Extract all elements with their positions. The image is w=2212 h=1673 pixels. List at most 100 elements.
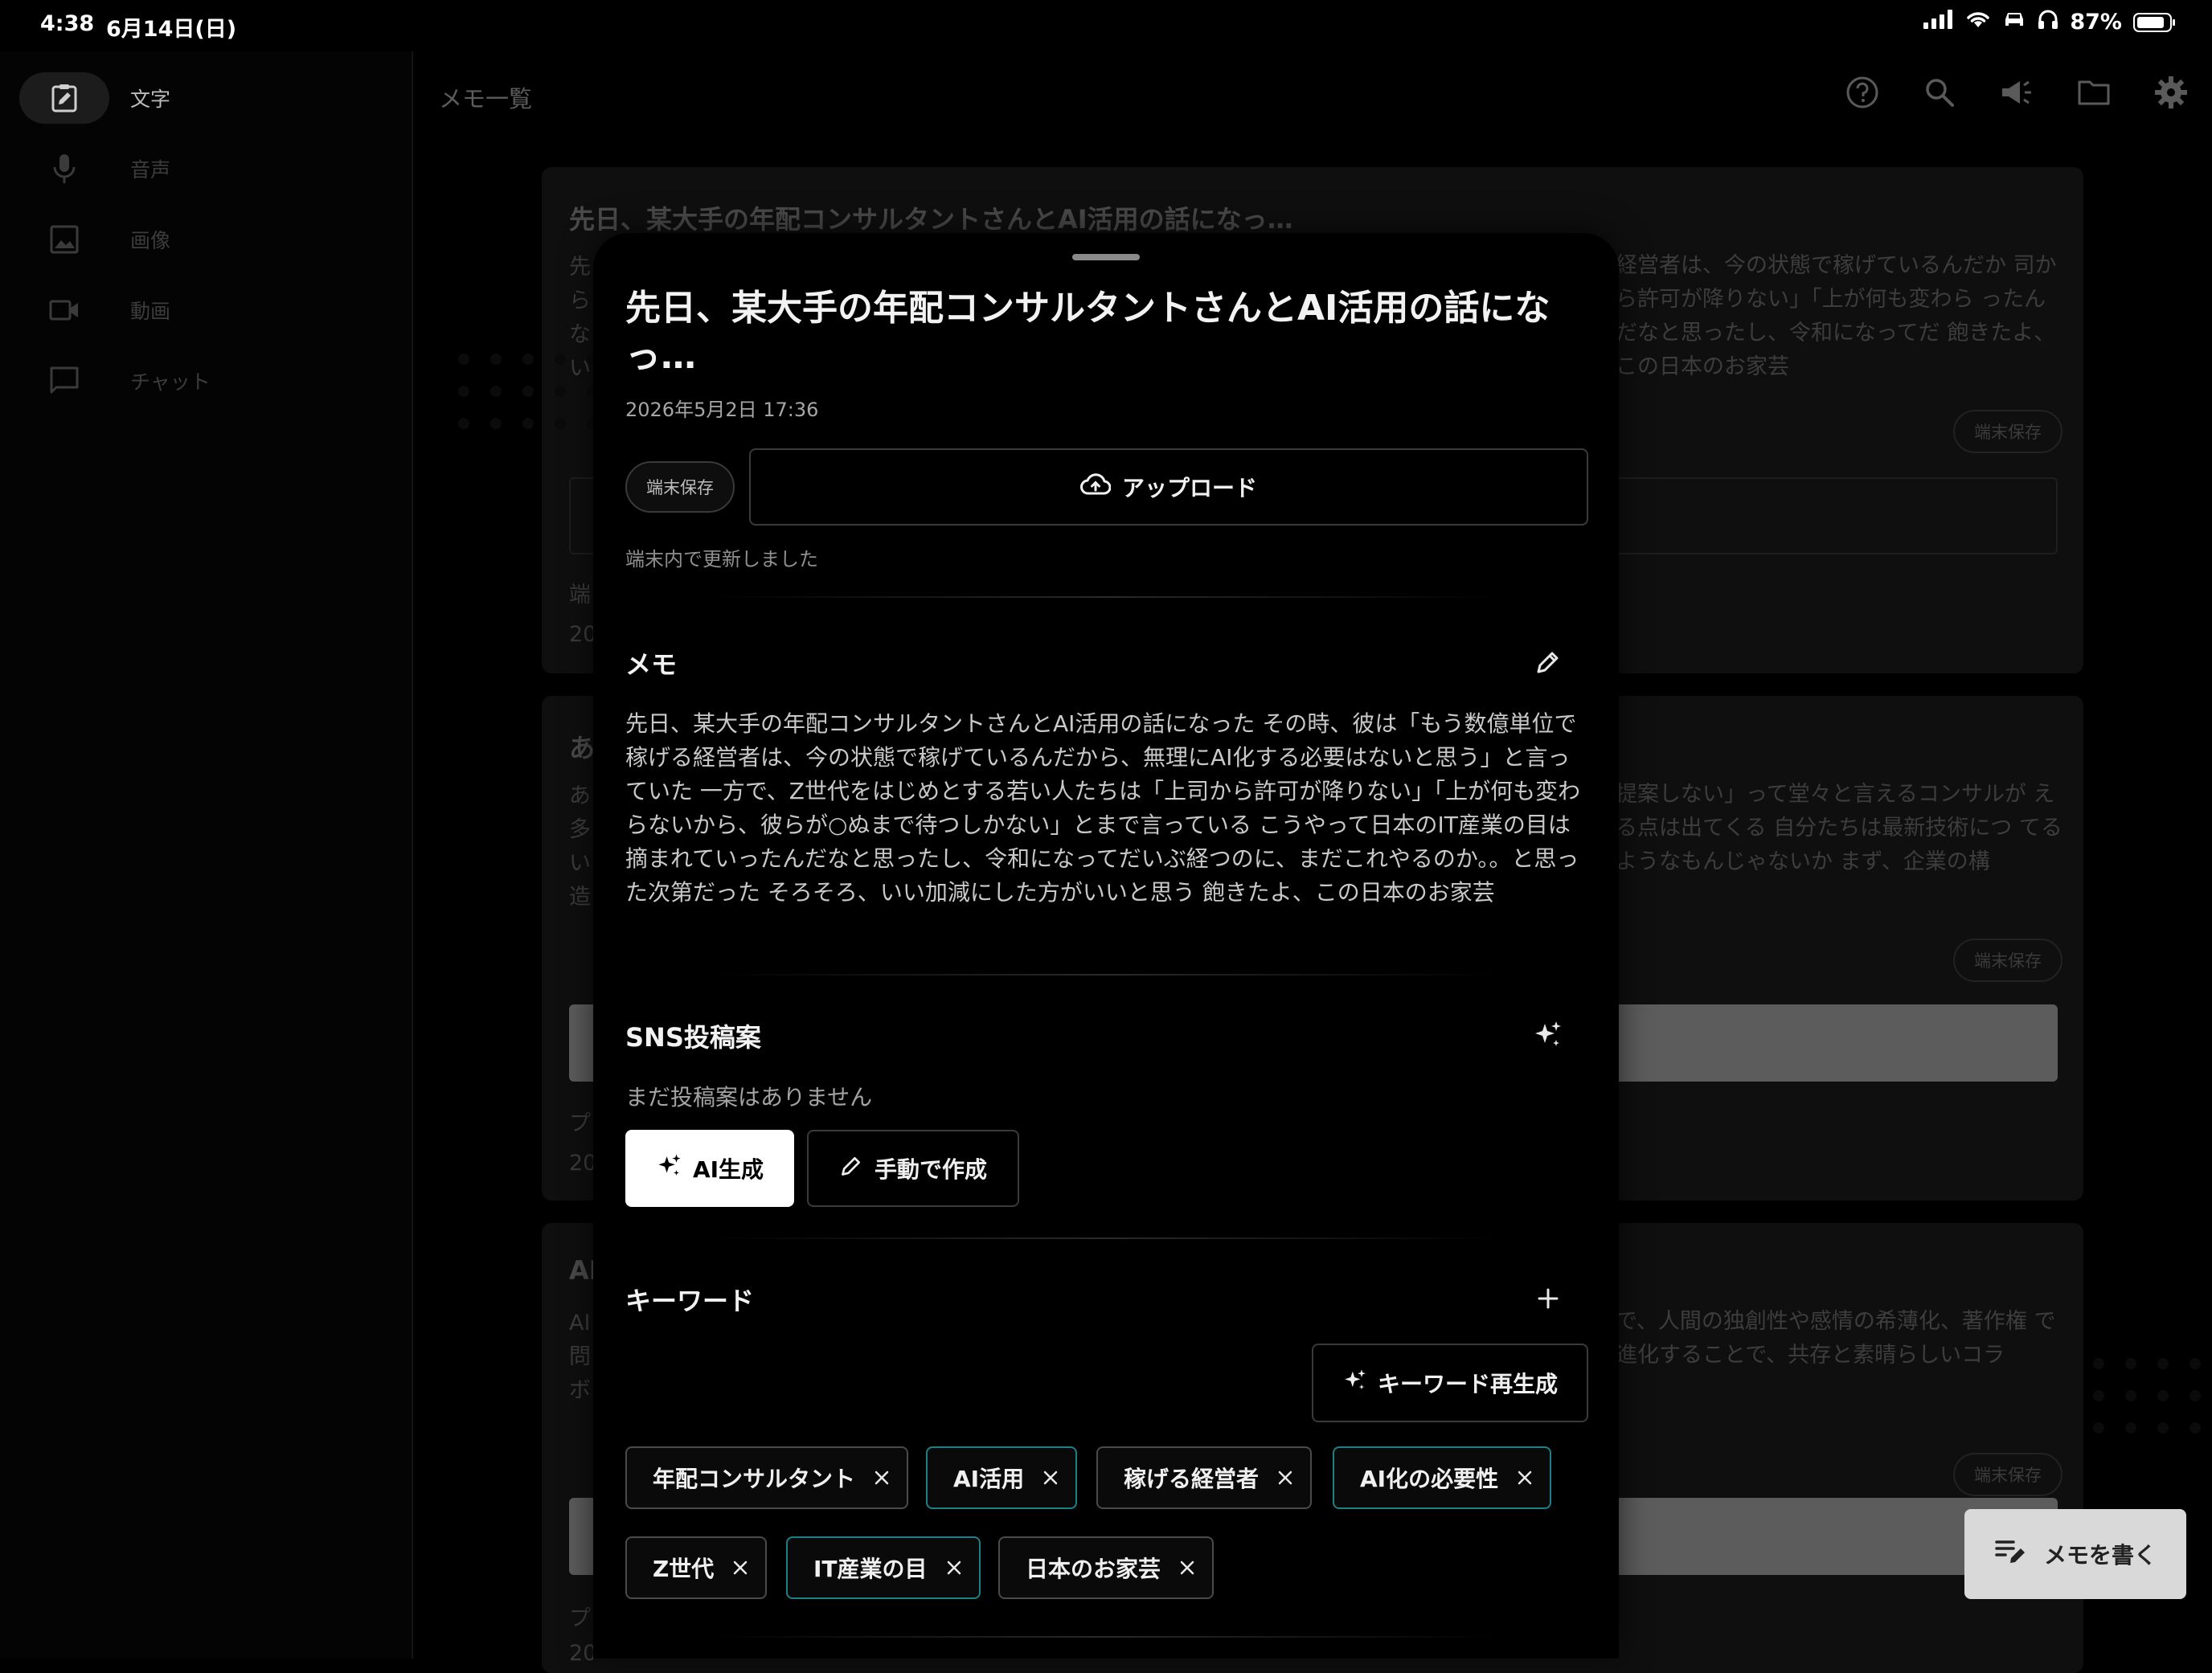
signal-icon bbox=[1923, 10, 1954, 35]
decorative-dots bbox=[458, 354, 598, 429]
decorative-dots bbox=[2093, 1358, 2212, 1434]
memo-card-text-fragment: 先 bbox=[569, 255, 591, 280]
write-memo-button[interactable]: メモを書く bbox=[1964, 1509, 2186, 1599]
keyword-chip[interactable]: 日本のお家芸 bbox=[998, 1536, 1215, 1599]
cloud-upload-icon bbox=[1079, 472, 1112, 502]
keyword-label: 稼げる経営者 bbox=[1124, 1466, 1260, 1492]
edit-icon[interactable] bbox=[1527, 641, 1569, 683]
memo-card-text-fragment: ボ bbox=[569, 1378, 591, 1403]
keyword-chip[interactable]: 年配コンサルタント bbox=[625, 1446, 909, 1509]
sidebar-item-label: 音声 bbox=[130, 158, 171, 182]
sidebar-item-text[interactable]: 文字 bbox=[19, 72, 373, 124]
header-toolbar bbox=[1839, 69, 2194, 116]
megaphone-icon[interactable] bbox=[1993, 69, 2040, 116]
sidebar-item-label: 画像 bbox=[130, 229, 171, 252]
battery-fill bbox=[2137, 16, 2164, 28]
storage-badge: 端末保存 bbox=[1953, 410, 2062, 453]
ai-generate-label: AI生成 bbox=[692, 1156, 764, 1183]
memo-card-status: 端 bbox=[569, 583, 591, 607]
close-icon[interactable] bbox=[1042, 1469, 1059, 1487]
keyword-chip[interactable]: Z世代 bbox=[625, 1536, 768, 1599]
manual-create-label: 手動で作成 bbox=[874, 1156, 987, 1183]
search-icon[interactable] bbox=[1916, 69, 1963, 116]
sidebar-item-chat[interactable]: チャット bbox=[19, 355, 373, 407]
memo-title: 先日、某大手の年配コンサルタントさんとAI活用の話になっ… bbox=[625, 288, 1550, 377]
headphones-icon bbox=[2038, 10, 2058, 35]
folder-icon[interactable] bbox=[2071, 69, 2117, 116]
memo-card-text: 経営者は、今の状態で稼げているんだか 司から許可が降りない」「上が何も変わら っ… bbox=[1616, 253, 2057, 379]
status-indicators: 87% bbox=[1923, 10, 2175, 35]
close-icon[interactable] bbox=[873, 1469, 891, 1487]
sidebar-item-label: 動画 bbox=[130, 300, 171, 323]
sidebar-item-audio[interactable]: 音声 bbox=[19, 143, 373, 194]
status-time: 4:38 bbox=[40, 11, 95, 36]
sidebar-item-image[interactable]: 画像 bbox=[19, 214, 373, 265]
memo-card-text-fragment: 多 bbox=[569, 817, 591, 842]
sidebar-item-label: 文字 bbox=[130, 88, 171, 111]
section-divider bbox=[714, 1237, 1498, 1239]
storage-badge: 端末保存 bbox=[625, 461, 735, 513]
close-icon[interactable] bbox=[1516, 1469, 1534, 1487]
memo-body: 先日、某大手の年配コンサルタントさんとAI活用の話になった その時、彼は「もう数… bbox=[625, 710, 1581, 906]
section-divider bbox=[714, 596, 1498, 598]
sparkles-icon bbox=[1342, 1368, 1368, 1399]
keyword-label: IT産業の目 bbox=[813, 1556, 928, 1582]
close-icon[interactable] bbox=[945, 1559, 963, 1577]
write-memo-icon bbox=[1994, 1537, 2028, 1572]
close-icon[interactable] bbox=[1178, 1559, 1196, 1577]
memo-card-text: で、人間の独創性や感情の希薄化、著作権 で進化することで、共存と素晴らしいコラ bbox=[1616, 1309, 2056, 1368]
sparkles-icon[interactable] bbox=[1527, 1014, 1569, 1056]
page-title: メモ一覧 bbox=[439, 85, 533, 112]
battery-icon bbox=[2133, 12, 2175, 32]
section-divider bbox=[714, 1636, 1498, 1638]
upload-label: アップロード bbox=[1121, 475, 1257, 501]
chat-icon bbox=[19, 355, 109, 407]
memo-card-text-fragment: AI bbox=[569, 1311, 591, 1336]
help-icon[interactable] bbox=[1839, 69, 1886, 116]
manual-create-button[interactable]: 手動で作成 bbox=[807, 1130, 1019, 1207]
plus-icon[interactable] bbox=[1527, 1278, 1569, 1319]
video-icon bbox=[19, 284, 109, 336]
memo-card-title: あ bbox=[569, 733, 596, 763]
sns-empty-message: まだ投稿案はありません bbox=[625, 1084, 873, 1111]
memo-card-status: プ bbox=[569, 1606, 591, 1631]
ai-generate-button[interactable]: AI生成 bbox=[625, 1130, 794, 1207]
status-bar: 4:38 6月14日(日) 87% bbox=[0, 0, 2212, 51]
memo-detail-sheet: 先日、某大手の年配コンサルタントさんとAI活用の話になっ… 2026年5月2日 … bbox=[593, 233, 1619, 1659]
memo-card-text: 提案しない」って堂々と言えるコンサルが える点は出てくる 自分たちは最新技術につ… bbox=[1616, 782, 2062, 874]
settings-icon[interactable] bbox=[2148, 69, 2194, 116]
keyword-label: Z世代 bbox=[653, 1556, 715, 1582]
regenerate-keywords-button[interactable]: キーワード再生成 bbox=[1312, 1344, 1588, 1422]
update-status: 端末内で更新しました bbox=[625, 548, 818, 571]
storage-badge: 端末保存 bbox=[1953, 939, 2062, 982]
microphone-icon bbox=[19, 143, 109, 194]
keyword-chip[interactable]: AI活用 bbox=[926, 1446, 1078, 1509]
sparkles-icon bbox=[656, 1152, 683, 1185]
close-icon[interactable] bbox=[1276, 1469, 1294, 1487]
memo-card-status: プ bbox=[569, 1111, 591, 1136]
pencil-icon bbox=[839, 1154, 863, 1184]
sidebar-item-video[interactable]: 動画 bbox=[19, 284, 373, 336]
sidebar: 文字 音声 画像 動画 チャット bbox=[0, 51, 413, 1659]
sidebar-item-label: チャット bbox=[130, 370, 211, 394]
section-divider bbox=[714, 974, 1498, 976]
memo-card-title: 先日、某大手の年配コンサルタントさんとAI活用の話になっ… bbox=[569, 204, 1293, 235]
memo-heading: メモ bbox=[625, 649, 678, 680]
keyword-label: AI活用 bbox=[953, 1466, 1025, 1492]
sheet-drag-handle[interactable] bbox=[1072, 254, 1140, 260]
memo-card-text-fragment: い bbox=[569, 851, 591, 876]
close-icon[interactable] bbox=[731, 1559, 749, 1577]
memo-card-text-fragment: 造 bbox=[569, 885, 591, 910]
regenerate-label: キーワード再生成 bbox=[1377, 1371, 1558, 1397]
memo-card-text-fragment: あ bbox=[569, 783, 591, 808]
memo-date: 2026年5月2日 17:36 bbox=[625, 399, 819, 421]
keyword-chip[interactable]: IT産業の目 bbox=[786, 1536, 981, 1599]
upload-button[interactable]: アップロード bbox=[749, 448, 1588, 526]
keywords-heading: キーワード bbox=[625, 1286, 755, 1316]
text-memo-icon bbox=[19, 72, 109, 124]
memo-card-text-fragment: ら bbox=[569, 288, 591, 313]
image-icon bbox=[19, 214, 109, 265]
storage-badge: 端末保存 bbox=[1953, 1453, 2062, 1496]
keyword-chip[interactable]: AI化の必要性 bbox=[1333, 1446, 1552, 1509]
keyword-chip[interactable]: 稼げる経営者 bbox=[1096, 1446, 1313, 1509]
